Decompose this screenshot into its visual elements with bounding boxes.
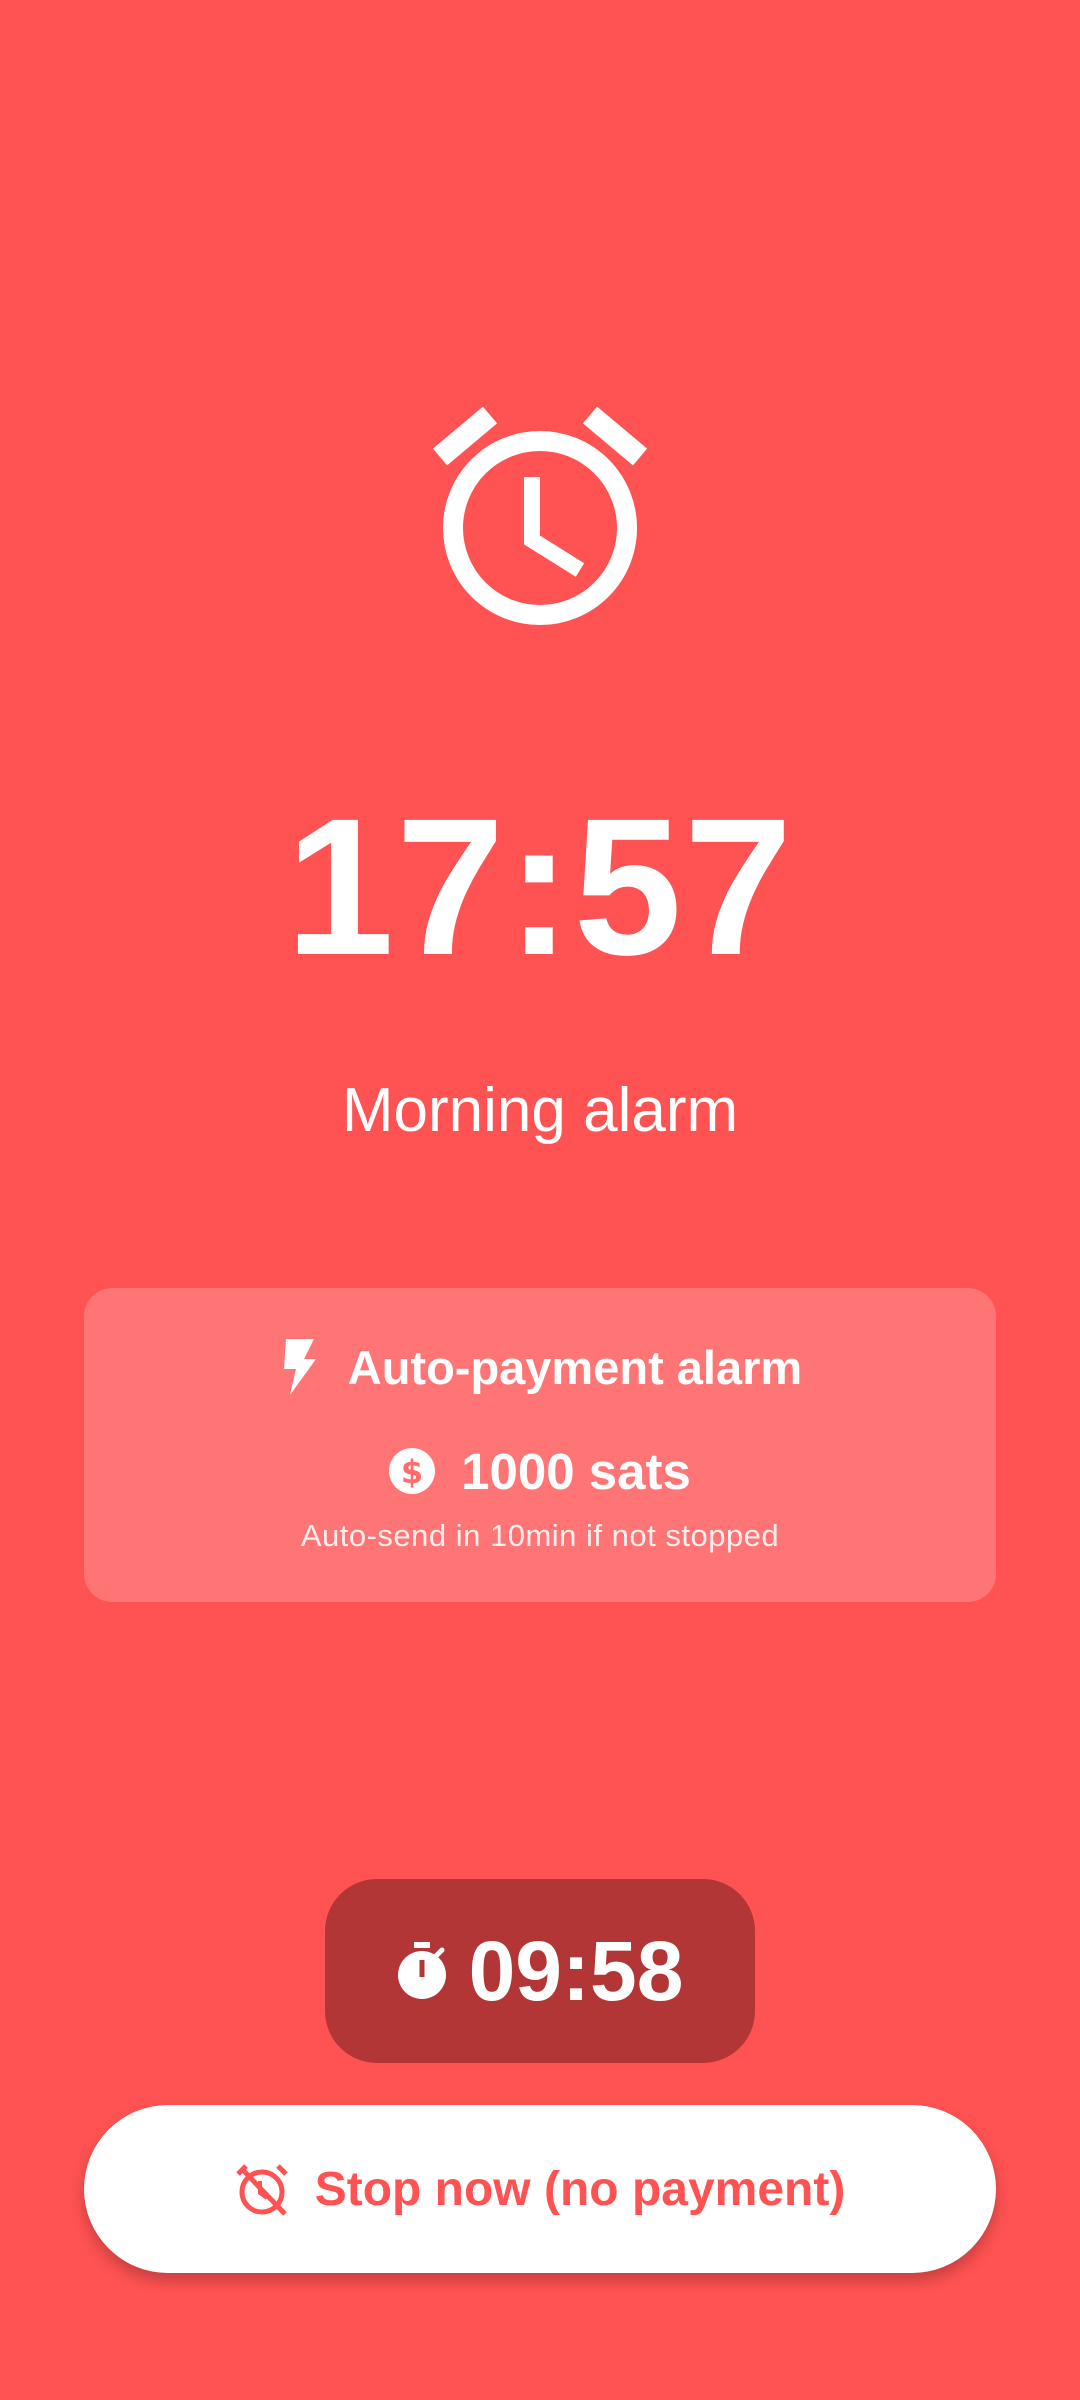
card-title-row: Auto-payment alarm xyxy=(84,1332,996,1402)
stop-now-button[interactable]: Stop now (no payment) xyxy=(84,2105,996,2273)
auto-send-note: Auto-send in 10min if not stopped xyxy=(300,1518,780,1553)
timer-icon xyxy=(397,1942,446,1999)
dollar-coin-icon: $ xyxy=(389,1448,436,1494)
card-amount-row: $ 1000 sats xyxy=(84,1436,996,1506)
svg-text:$: $ xyxy=(401,1453,423,1491)
card-title: Auto-payment alarm xyxy=(347,1340,803,1394)
alarm-label: Morning alarm xyxy=(341,1076,739,1145)
alarm-off-icon xyxy=(235,2164,288,2216)
countdown-badge: 09:58 xyxy=(325,1879,755,2063)
auto-payment-card: Auto-payment alarm $ 1000 sats Auto-send… xyxy=(84,1288,996,1602)
alarm-clock-icon xyxy=(432,406,648,625)
alarm-time: 17:57 xyxy=(285,778,795,996)
stop-button-label: Stop now (no payment) xyxy=(314,2162,846,2216)
countdown-value: 09:58 xyxy=(468,1924,684,2018)
payment-amount: 1000 sats xyxy=(461,1442,691,1500)
bolt-icon xyxy=(283,1339,316,1395)
